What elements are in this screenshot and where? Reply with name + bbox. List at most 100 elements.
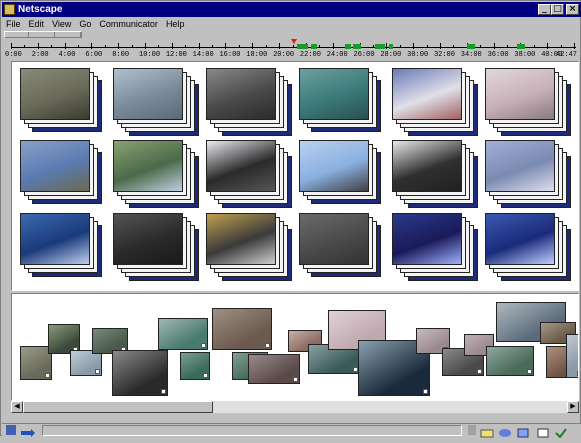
keyframe-stack[interactable] [20, 140, 110, 210]
resize-corner-icon[interactable] [203, 373, 208, 378]
close-icon[interactable]: × [566, 4, 579, 15]
resize-corner-icon[interactable] [201, 343, 206, 348]
keyframe-stack[interactable] [113, 68, 203, 138]
resize-corner-icon[interactable] [161, 389, 166, 394]
collage-keyframe-thumbnail[interactable] [486, 346, 534, 376]
keyframe-collage[interactable] [11, 293, 579, 401]
keyframe-thumbnail[interactable] [206, 213, 276, 265]
menu-communicator[interactable]: Communicator [95, 17, 162, 31]
discussion-icon[interactable] [498, 425, 512, 437]
timeline-major-tick [332, 43, 334, 49]
keyframe-thumbnail[interactable] [392, 140, 462, 192]
keyframe-thumbnail[interactable] [206, 140, 276, 192]
menu-file[interactable]: File [2, 17, 25, 31]
horizontal-scrollbar[interactable]: ◀ ▶ [11, 401, 579, 413]
bookmark-icon[interactable] [536, 425, 550, 438]
minimize-icon[interactable]: _ [538, 4, 551, 15]
scroll-right-icon[interactable]: ▶ [567, 401, 579, 413]
keyframe-thumbnail[interactable] [392, 68, 462, 120]
resize-corner-icon[interactable] [293, 377, 298, 382]
keyframe-stack[interactable] [299, 140, 389, 210]
keyframe-stack[interactable] [206, 213, 296, 283]
collage-keyframe-thumbnail[interactable] [158, 318, 208, 350]
toolbar-tab[interactable] [31, 32, 55, 37]
collage-keyframe-thumbnail[interactable] [248, 354, 300, 384]
timeline-minor-tick [372, 45, 374, 48]
toolbar-tab[interactable] [57, 32, 81, 37]
timeline-shot-segment[interactable] [345, 44, 351, 49]
timeline-shot-segment[interactable] [517, 44, 525, 49]
resize-corner-icon[interactable] [577, 371, 578, 376]
resize-corner-icon[interactable] [477, 369, 482, 374]
keyframe-storyboard[interactable] [11, 61, 579, 291]
menu-view[interactable]: View [48, 17, 75, 31]
keyframe-thumbnail[interactable] [206, 68, 276, 120]
keyframe-stack[interactable] [392, 140, 482, 210]
resize-corner-icon[interactable] [423, 389, 428, 394]
timeline-shot-segment[interactable] [297, 44, 308, 49]
mail-icon[interactable] [480, 425, 494, 438]
scrollbar-thumb[interactable] [23, 401, 213, 413]
keyframe-stack[interactable] [206, 140, 296, 210]
timeline-tick-label: 10:00 [139, 51, 161, 59]
keyframe-thumbnail[interactable] [20, 68, 90, 120]
playhead-marker-icon[interactable] [291, 39, 297, 44]
keyframe-thumbnail[interactable] [113, 140, 183, 192]
keyframe-thumbnail[interactable] [392, 213, 462, 265]
keyframe-thumbnail[interactable] [485, 140, 555, 192]
timeline-shot-segment[interactable] [353, 44, 361, 49]
keyframe-stack[interactable] [392, 68, 482, 138]
keyframe-stack[interactable] [485, 140, 575, 210]
keyframe-stack[interactable] [485, 213, 575, 283]
collage-keyframe-thumbnail[interactable] [112, 350, 168, 396]
menu-edit[interactable]: Edit [25, 17, 49, 31]
keyframe-stack[interactable] [299, 213, 389, 283]
security-icon[interactable] [20, 425, 36, 437]
timeline-tick-label: 0:00 [5, 51, 22, 59]
netscape-doc-icon[interactable] [6, 425, 16, 435]
keyframe-stack[interactable] [206, 68, 296, 138]
keyframe-thumbnail[interactable] [485, 213, 555, 265]
keyframe-stack[interactable] [299, 68, 389, 138]
keyframe-stack[interactable] [485, 68, 575, 138]
collapsed-toolbar-grip[interactable] [4, 31, 82, 38]
netscape-logo-icon [4, 4, 15, 15]
keyframe-thumbnail[interactable] [485, 68, 555, 120]
resize-corner-icon[interactable] [527, 369, 532, 374]
timeline-minor-tick [131, 45, 133, 48]
keyframe-stack[interactable] [20, 68, 110, 138]
video-timeline[interactable]: 0:00 2:00 4:00 6:00 8:00 10:00 12:00 14:00 16:00… [5, 39, 578, 61]
timeline-major-tick [64, 43, 66, 49]
composer-icon[interactable] [516, 425, 530, 438]
keyframe-thumbnail[interactable] [299, 68, 369, 120]
keyframe-thumbnail[interactable] [299, 213, 369, 265]
maximize-icon[interactable]: □ [551, 4, 564, 15]
resize-corner-icon[interactable] [45, 373, 50, 378]
title-bar: Netscape _ □ × [2, 2, 581, 17]
toolbar-tab[interactable] [5, 32, 29, 37]
timeline-shot-segment[interactable] [375, 44, 385, 49]
keyframe-stack[interactable] [113, 140, 203, 210]
keyframe-stack[interactable] [20, 213, 110, 283]
collage-keyframe-thumbnail[interactable] [566, 334, 578, 378]
scroll-left-icon[interactable]: ◀ [11, 401, 23, 413]
resize-corner-icon[interactable] [95, 369, 100, 374]
collage-keyframe-thumbnail[interactable] [212, 308, 272, 350]
keyframe-stack[interactable] [392, 213, 482, 283]
menu-go[interactable]: Go [75, 17, 95, 31]
keyframe-thumbnail[interactable] [113, 68, 183, 120]
timeline-shot-segment[interactable] [311, 44, 317, 49]
collage-keyframe-thumbnail[interactable] [180, 352, 210, 380]
timeline-major-tick [439, 43, 441, 49]
timeline-shot-segment[interactable] [467, 44, 475, 49]
component-icon[interactable] [468, 425, 476, 435]
menu-help[interactable]: Help [162, 17, 189, 31]
keyframe-thumbnail[interactable] [20, 213, 90, 265]
keyframe-thumbnail[interactable] [20, 140, 90, 192]
keyframe-stack[interactable] [113, 213, 203, 283]
keyframe-thumbnail[interactable] [113, 213, 183, 265]
keyframe-thumbnail[interactable] [299, 140, 369, 192]
timeline-shot-segment[interactable] [389, 44, 393, 49]
bookmark-check-icon[interactable] [554, 425, 568, 439]
resize-corner-icon[interactable] [265, 343, 270, 348]
